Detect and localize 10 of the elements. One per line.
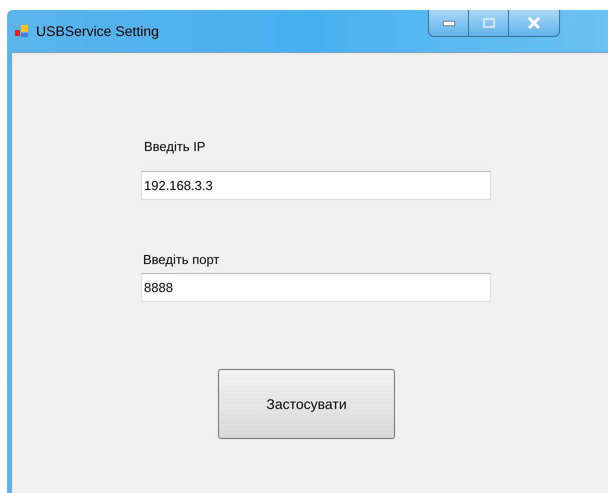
app-icon xyxy=(14,23,30,39)
minimize-icon xyxy=(442,20,454,26)
close-icon xyxy=(527,17,541,29)
field-label: Введіть IP xyxy=(144,138,206,156)
maximize-icon xyxy=(482,18,494,28)
apply-button[interactable]: Застосувати xyxy=(218,369,395,439)
text-field[interactable]: 8888 xyxy=(141,273,491,302)
field-label: Введіть порт xyxy=(143,250,220,269)
text-field[interactable]: 192.168.3.3 xyxy=(141,170,491,200)
window-title: USBService Setting xyxy=(36,22,159,41)
